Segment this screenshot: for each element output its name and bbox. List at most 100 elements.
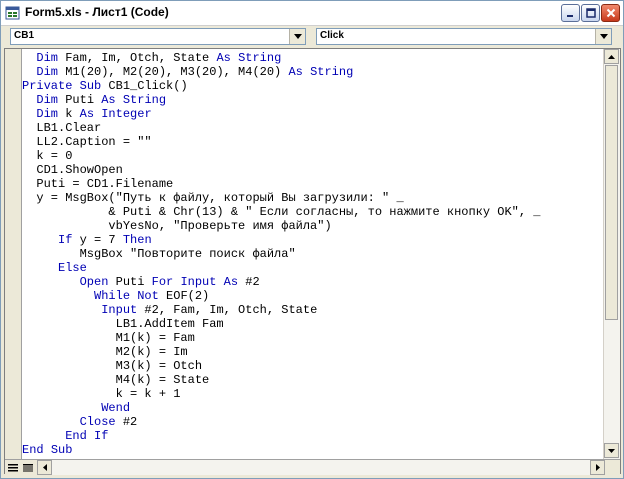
code-text: k (58, 107, 80, 121)
code-keyword: Dim (36, 65, 59, 79)
code-text: y = 7 (72, 233, 123, 247)
chevron-down-icon[interactable] (289, 29, 305, 44)
minimize-button[interactable] (561, 4, 580, 22)
code-keyword: As (288, 65, 303, 79)
code-keyword: Dim (36, 107, 59, 121)
code-text: Fam, Im, Otch, State (58, 51, 217, 65)
code-keyword: If (94, 429, 109, 443)
code-area[interactable]: Dim Fam, Im, Otch, State As String Dim M… (22, 51, 606, 457)
horizontal-scrollbar[interactable] (37, 460, 605, 475)
excel-code-window-icon (5, 5, 21, 21)
minimize-icon (566, 15, 573, 17)
full-module-view-button[interactable] (21, 461, 35, 474)
code-text: y = MsgBox("Путь к файлу, который Вы заг… (22, 191, 404, 205)
code-line[interactable]: Dim M1(20), M2(20), M3(20), M4(20) As St… (22, 65, 353, 79)
code-line[interactable]: & Puti & Chr(13) & " Если согласны, то н… (22, 205, 540, 219)
code-line[interactable]: M3(k) = Otch (22, 359, 202, 373)
margin-indicator-bar[interactable] (5, 49, 22, 459)
close-icon (606, 8, 615, 18)
vertical-scrollbar[interactable] (603, 49, 620, 459)
scroll-right-button[interactable] (590, 460, 605, 475)
object-dropdown-value: CB1 (14, 30, 35, 41)
code-line[interactable]: M4(k) = State (22, 373, 210, 387)
chevron-up-icon (608, 54, 615, 59)
procedure-view-button[interactable] (6, 461, 20, 474)
code-line[interactable]: End If (22, 429, 108, 443)
code-line[interactable]: LB1.AddItem Fam (22, 317, 224, 331)
code-line[interactable]: LB1.Clear (22, 121, 101, 135)
code-line[interactable]: Input #2, Fam, Im, Otch, State (22, 303, 317, 317)
code-line[interactable]: M2(k) = Im (22, 345, 188, 359)
code-text: M3(k) = Otch (22, 359, 203, 373)
code-text: #2 (115, 415, 138, 429)
code-keyword: Else (58, 261, 87, 275)
code-text: Puti (108, 275, 152, 289)
code-keyword: Open (79, 275, 109, 289)
code-line[interactable]: Else (22, 261, 87, 275)
code-keyword: End (22, 443, 44, 457)
procedure-dropdown[interactable]: Click (316, 28, 612, 45)
code-line[interactable]: Dim Puti As String (22, 93, 166, 107)
scroll-up-button[interactable] (604, 49, 619, 64)
code-keyword: String (310, 65, 354, 79)
chevron-left-icon (42, 464, 47, 471)
code-line[interactable]: y = MsgBox("Путь к файлу, который Вы заг… (22, 191, 404, 205)
code-editor[interactable]: Dim Fam, Im, Otch, State As String Dim M… (4, 48, 621, 475)
code-keyword: Sub (79, 79, 102, 93)
code-line[interactable]: k = k + 1 (22, 387, 181, 401)
code-text: #2 (238, 275, 260, 289)
code-keyword: Wend (101, 401, 131, 415)
code-line[interactable]: If y = 7 Then (22, 233, 152, 247)
code-line[interactable]: Private Sub CB1_Click() (22, 79, 188, 93)
vertical-scroll-thumb[interactable] (605, 65, 618, 320)
code-text: Puti = CD1.Filename (22, 177, 174, 191)
code-line[interactable]: k = 0 (22, 149, 72, 163)
code-line[interactable]: While Not EOF(2) (22, 289, 209, 303)
procedure-view-icon (8, 463, 18, 471)
code-line[interactable]: Wend (22, 401, 130, 415)
code-keyword: As (79, 107, 95, 121)
scroll-down-button[interactable] (604, 443, 619, 458)
code-line[interactable]: LL2.Caption = "" (22, 135, 151, 149)
code-line[interactable]: M1(k) = Fam (22, 331, 195, 345)
code-window: Form5.xls - Лист1 (Code) CB1 Click Dim F… (0, 0, 624, 479)
code-line[interactable]: Dim k As Integer (22, 107, 152, 121)
code-keyword: As (216, 51, 231, 65)
code-text: EOF(2) (158, 289, 210, 303)
code-keyword: Integer (101, 107, 152, 121)
code-keyword: While (94, 289, 131, 303)
procedure-dropdown-value: Click (320, 30, 344, 41)
code-text: Puti (58, 93, 102, 107)
code-keyword: Input (180, 275, 217, 289)
code-text: k = k + 1 (22, 387, 181, 401)
code-line[interactable]: Close #2 (22, 415, 138, 429)
code-line[interactable]: Open Puti For Input As #2 (22, 275, 260, 289)
code-line[interactable]: MsgBox "Повторите поиск файла" (22, 247, 296, 261)
chevron-down-icon[interactable] (595, 29, 611, 44)
maximize-button[interactable] (581, 4, 600, 22)
code-line[interactable]: Puti = CD1.Filename (22, 177, 173, 191)
object-dropdown[interactable]: CB1 (10, 28, 306, 45)
code-keyword: Not (137, 289, 159, 303)
maximize-icon (585, 8, 596, 18)
code-keyword: Dim (36, 51, 59, 65)
code-line[interactable]: Dim Fam, Im, Otch, State As String (22, 51, 281, 65)
title-bar[interactable]: Form5.xls - Лист1 (Code) (1, 1, 623, 26)
code-keyword: String (238, 51, 282, 65)
code-line[interactable]: vbYesNo, "Проверьте имя файла") (22, 219, 331, 233)
code-keyword: As (101, 93, 116, 107)
code-text: & Puti & Chr(13) & " Если согласны, то н… (22, 205, 541, 219)
code-line[interactable]: CD1.ShowOpen (22, 163, 122, 177)
code-line[interactable]: End Sub (22, 443, 72, 457)
scroll-left-button[interactable] (37, 460, 52, 475)
close-button[interactable] (601, 4, 620, 22)
